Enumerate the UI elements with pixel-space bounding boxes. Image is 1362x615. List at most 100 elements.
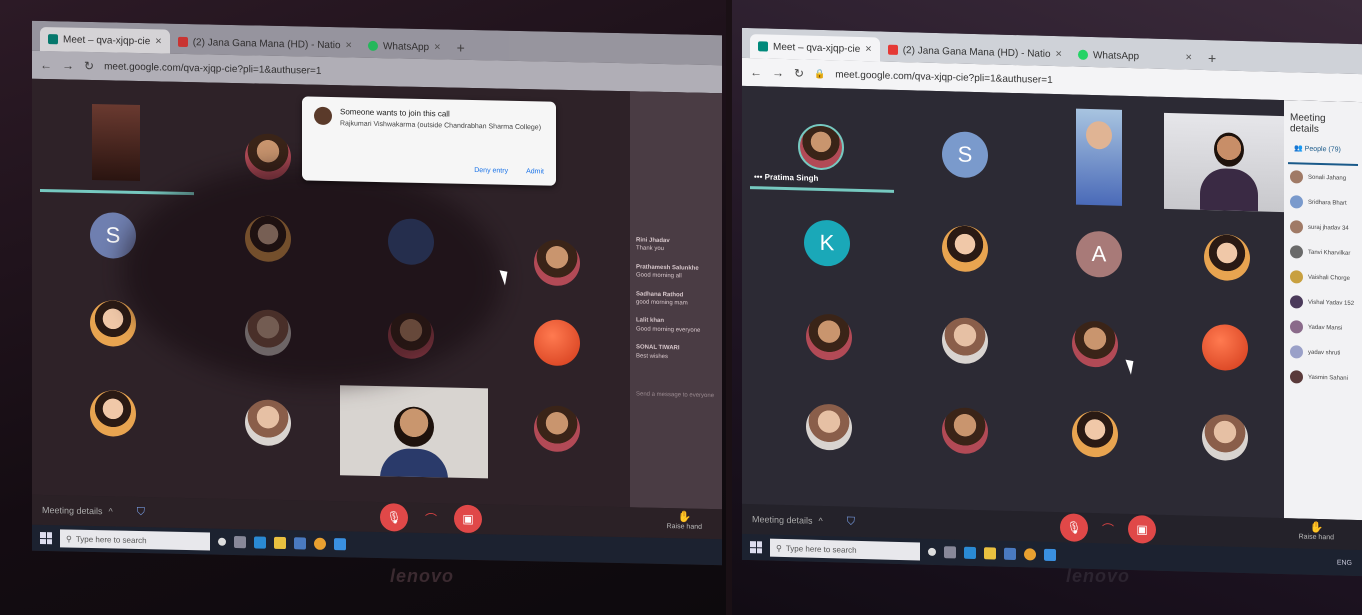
- new-tab-button[interactable]: +: [449, 35, 473, 60]
- participant-video[interactable]: [1164, 112, 1294, 213]
- edge-icon[interactable]: [254, 536, 266, 549]
- participant-list-item[interactable]: Yadav Mansi: [1284, 314, 1362, 341]
- chrome-icon[interactable]: [314, 537, 326, 550]
- url-field[interactable]: meet.google.com/qva-xjqp-cie?pli=1&authu…: [835, 69, 1052, 86]
- tab-whatsapp[interactable]: WhatsApp ×: [1070, 42, 1200, 69]
- participant-avatar[interactable]: [1204, 233, 1250, 282]
- forward-arrow-icon[interactable]: →: [62, 58, 74, 72]
- windows-start-icon[interactable]: [40, 531, 52, 545]
- admit-button[interactable]: Admit: [526, 168, 544, 175]
- shield-icon[interactable]: ⛉: [847, 515, 855, 528]
- store-icon[interactable]: [294, 537, 306, 550]
- camera-off-button[interactable]: ▣: [1128, 514, 1156, 544]
- taskbar-search[interactable]: ⚲ Type here to search: [770, 538, 920, 561]
- chat-input[interactable]: Send a message to everyone: [630, 385, 722, 405]
- back-arrow-icon[interactable]: ←: [750, 65, 762, 79]
- participant-video[interactable]: [340, 385, 488, 479]
- mic-off-button[interactable]: 🎙: [380, 503, 408, 532]
- back-arrow-icon[interactable]: ←: [40, 58, 52, 72]
- cortana-icon[interactable]: [928, 547, 936, 556]
- mic-off-button[interactable]: 🎙: [1060, 513, 1088, 542]
- participant-avatar[interactable]: [1202, 413, 1248, 462]
- chrome-icon[interactable]: [1024, 548, 1036, 561]
- participant-avatar[interactable]: [806, 403, 852, 451]
- participant-avatar[interactable]: [534, 239, 580, 287]
- search-icon: ⚲: [776, 543, 782, 553]
- participant-list-item[interactable]: Sridhara Bhart: [1284, 189, 1362, 216]
- close-icon[interactable]: ×: [155, 35, 161, 47]
- close-icon[interactable]: ×: [1186, 51, 1192, 63]
- meeting-details-button[interactable]: Meeting details: [752, 514, 813, 526]
- chevron-up-icon[interactable]: ^: [109, 506, 113, 516]
- edge-icon[interactable]: [964, 546, 976, 560]
- camera-off-button[interactable]: ▣: [454, 504, 482, 534]
- participant-avatar[interactable]: [942, 407, 988, 455]
- lock-icon[interactable]: 🔒: [814, 68, 825, 79]
- raise-hand-button[interactable]: ✋ Raise hand: [667, 510, 702, 531]
- more-options-button[interactable]: ⌒: [417, 504, 445, 533]
- participant-video[interactable]: [92, 104, 140, 182]
- participant-letter-tile[interactable]: K: [804, 219, 850, 267]
- shield-icon[interactable]: ⛉: [137, 505, 145, 518]
- chat-message: SONAL TIWARI Best wishes: [630, 338, 722, 367]
- tab-meet[interactable]: Meet – qva-xjqp-cie ×: [40, 26, 170, 54]
- raise-hand-label: Raise hand: [1298, 533, 1334, 542]
- participant-avatar[interactable]: [534, 405, 580, 453]
- reload-icon[interactable]: ↻: [794, 66, 804, 80]
- file-explorer-icon[interactable]: [984, 547, 996, 560]
- participant-avatar[interactable]: [1202, 323, 1248, 372]
- reload-icon[interactable]: ↻: [84, 59, 94, 73]
- close-icon[interactable]: ×: [346, 39, 352, 51]
- file-explorer-icon[interactable]: [274, 536, 286, 550]
- meet-icon: [758, 41, 768, 52]
- chevron-up-icon[interactable]: ^: [819, 516, 823, 526]
- raise-hand-button[interactable]: ✋ Raise hand: [1298, 520, 1334, 542]
- participant-list-item[interactable]: Vaishali Chorge: [1284, 264, 1362, 291]
- word-icon[interactable]: [1044, 548, 1056, 562]
- participant-avatar[interactable]: [245, 399, 291, 447]
- new-tab-button[interactable]: +: [1200, 46, 1224, 71]
- word-icon[interactable]: [334, 538, 346, 551]
- participant-list-item[interactable]: Yasmin Sahani: [1284, 364, 1362, 391]
- panel-title: Meeting details: [1290, 112, 1326, 135]
- participant-avatar-speaking[interactable]: [798, 123, 844, 171]
- language-indicator[interactable]: ENG: [1337, 559, 1352, 566]
- participant-avatar[interactable]: [90, 299, 136, 347]
- requester-avatar: [314, 106, 332, 126]
- participant-avatar[interactable]: [942, 225, 988, 273]
- participant-avatar[interactable]: [534, 319, 580, 367]
- url-field[interactable]: meet.google.com/qva-xjqp-cie?pli=1&authu…: [104, 61, 321, 77]
- participant-list-item[interactable]: suraj jhadav 34: [1284, 214, 1362, 241]
- participant-list-item[interactable]: Tanvi Kharvilkar: [1284, 239, 1362, 266]
- more-options-button[interactable]: ⌒: [1094, 514, 1122, 543]
- cortana-icon[interactable]: [218, 537, 226, 546]
- participant-list-item[interactable]: Vishal Yadav 152: [1284, 289, 1362, 316]
- participant-list-item[interactable]: Sonali Jahang: [1284, 164, 1362, 191]
- participant-avatar[interactable]: [942, 317, 988, 365]
- store-icon[interactable]: [1004, 547, 1016, 561]
- participant-letter-tile[interactable]: S: [942, 131, 988, 179]
- close-icon[interactable]: ×: [865, 43, 871, 55]
- people-tab[interactable]: 👥 People (79): [1288, 140, 1358, 167]
- participant-video[interactable]: [1076, 108, 1122, 206]
- avatar-letter: K: [819, 229, 835, 256]
- task-view-icon[interactable]: [944, 546, 956, 559]
- taskbar-search[interactable]: ⚲ Type here to search: [60, 529, 210, 551]
- tab-meet[interactable]: Meet – qva-xjqp-cie ×: [750, 34, 880, 62]
- tab-label: Meet – qva-xjqp-cie: [63, 33, 151, 47]
- tab-whatsapp[interactable]: WhatsApp ×: [360, 34, 449, 60]
- participant-avatar[interactable]: [1072, 410, 1118, 458]
- participant-avatar[interactable]: [806, 313, 852, 361]
- forward-arrow-icon[interactable]: →: [772, 66, 784, 80]
- task-view-icon[interactable]: [234, 536, 246, 549]
- close-icon[interactable]: ×: [434, 41, 440, 53]
- participant-letter-tile[interactable]: A: [1076, 230, 1122, 278]
- participant-avatar[interactable]: [90, 389, 136, 437]
- participant-list-item[interactable]: yadav shruti: [1284, 339, 1362, 366]
- close-icon[interactable]: ×: [1056, 48, 1062, 60]
- deny-entry-button[interactable]: Deny entry: [474, 167, 508, 175]
- windows-start-icon[interactable]: [750, 541, 762, 554]
- meeting-details-button[interactable]: Meeting details: [42, 505, 103, 516]
- participant-avatar[interactable]: [1072, 320, 1118, 368]
- people-tab-label: People (79): [1304, 145, 1341, 154]
